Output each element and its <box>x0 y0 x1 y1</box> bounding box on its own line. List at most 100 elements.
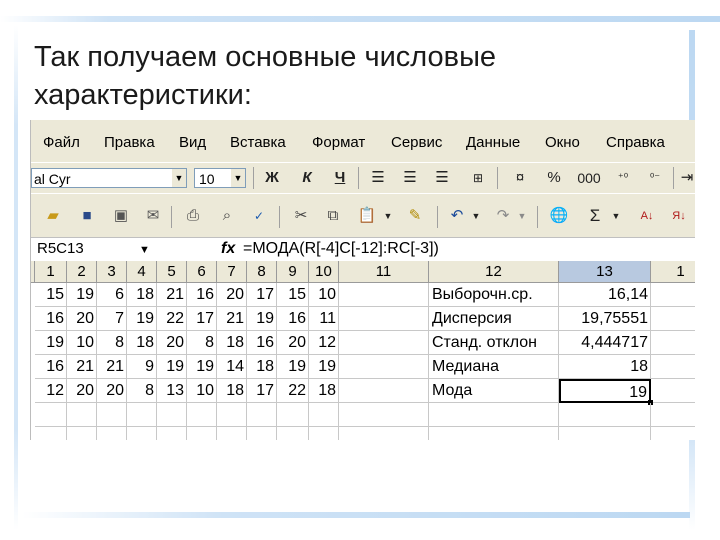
table-cell[interactable] <box>651 379 695 403</box>
table-cell[interactable] <box>339 379 429 403</box>
menu-help[interactable]: Справка <box>606 134 665 151</box>
table-cell[interactable]: 16 <box>277 307 309 331</box>
table-cell[interactable] <box>339 355 429 379</box>
name-box[interactable]: R5C13 <box>34 239 132 259</box>
table-cell[interactable]: 10 <box>187 379 217 403</box>
table-cell[interactable]: 22 <box>157 307 187 331</box>
table-cell[interactable]: 20 <box>67 379 97 403</box>
chevron-down-icon[interactable]: ▼ <box>231 169 245 187</box>
statistic-value-cell[interactable]: 4,444717 <box>559 331 651 355</box>
table-cell[interactable]: 19 <box>127 307 157 331</box>
autosum-icon[interactable]: Σ <box>583 205 607 227</box>
thousands-button[interactable]: 000 <box>575 167 603 189</box>
table-cell[interactable]: 16 <box>247 331 277 355</box>
chevron-down-icon[interactable]: ▼ <box>172 169 186 187</box>
table-cell[interactable] <box>309 403 339 427</box>
table-cell[interactable] <box>651 403 695 427</box>
column-header[interactable]: 13 <box>559 261 651 283</box>
table-cell[interactable] <box>67 427 97 440</box>
spelling-icon[interactable]: ✓ <box>247 205 271 227</box>
table-cell[interactable]: 12 <box>35 379 67 403</box>
column-header[interactable]: 9 <box>277 261 309 283</box>
table-cell[interactable]: 19 <box>247 307 277 331</box>
table-cell[interactable]: 18 <box>217 331 247 355</box>
column-header[interactable]: 1 <box>35 261 67 283</box>
table-cell[interactable] <box>429 427 559 440</box>
cut-icon[interactable]: ✂ <box>289 205 313 227</box>
table-cell[interactable]: 19 <box>187 355 217 379</box>
chevron-down-icon[interactable]: ▼ <box>139 240 150 260</box>
underline-button[interactable]: Ч <box>329 167 351 189</box>
table-cell[interactable] <box>339 331 429 355</box>
table-cell[interactable] <box>67 403 97 427</box>
table-cell[interactable] <box>651 331 695 355</box>
chevron-down-icon[interactable]: ▼ <box>471 205 481 227</box>
menu-data[interactable]: Данные <box>466 134 520 151</box>
sort-descending-icon[interactable]: Я↓ <box>667 205 691 227</box>
table-cell[interactable]: 19 <box>35 331 67 355</box>
table-cell[interactable]: 6 <box>97 283 127 307</box>
align-right-icon[interactable]: ☰ <box>431 167 453 189</box>
table-cell[interactable] <box>35 427 67 440</box>
table-cell[interactable]: 18 <box>127 331 157 355</box>
table-cell[interactable] <box>157 403 187 427</box>
table-cell[interactable]: 18 <box>127 283 157 307</box>
menu-file[interactable]: Файл <box>43 134 80 151</box>
column-header[interactable]: 8 <box>247 261 277 283</box>
active-cell[interactable]: 19 <box>559 379 651 403</box>
table-cell[interactable] <box>339 403 429 427</box>
print-icon[interactable]: ⎙ <box>181 205 205 227</box>
chevron-down-icon[interactable]: ▼ <box>517 205 527 227</box>
column-header[interactable]: 7 <box>217 261 247 283</box>
chevron-down-icon[interactable]: ▼ <box>611 205 621 227</box>
table-cell[interactable]: 16 <box>35 355 67 379</box>
menu-edit[interactable]: Правка <box>104 134 155 151</box>
statistic-value-cell[interactable]: 18 <box>559 355 651 379</box>
save-icon[interactable]: ■ <box>75 205 99 227</box>
column-header[interactable]: 10 <box>309 261 339 283</box>
increase-decimal-icon[interactable]: ⁺⁰ <box>611 167 635 189</box>
table-cell[interactable] <box>127 427 157 440</box>
table-cell[interactable]: 14 <box>217 355 247 379</box>
italic-button[interactable]: К <box>296 167 318 189</box>
table-cell[interactable]: 7 <box>97 307 127 331</box>
undo-icon[interactable]: ↶ <box>445 205 469 227</box>
column-header[interactable]: 5 <box>157 261 187 283</box>
table-cell[interactable] <box>651 307 695 331</box>
table-cell[interactable] <box>651 427 695 440</box>
table-cell[interactable]: 21 <box>97 355 127 379</box>
chevron-down-icon[interactable]: ▼ <box>383 205 393 227</box>
table-cell[interactable] <box>277 403 309 427</box>
currency-icon[interactable]: ¤ <box>507 167 533 189</box>
menu-tools[interactable]: Сервис <box>391 134 442 151</box>
table-cell[interactable]: 17 <box>187 307 217 331</box>
table-cell[interactable] <box>35 403 67 427</box>
statistic-label-cell[interactable]: Выборочн.ср. <box>429 283 559 307</box>
table-cell[interactable] <box>187 427 217 440</box>
sort-ascending-icon[interactable]: А↓ <box>635 205 659 227</box>
font-size-select[interactable]: 10 ▼ <box>194 168 246 188</box>
print-preview-icon[interactable]: ⌕ <box>215 205 239 227</box>
column-header[interactable]: 12 <box>429 261 559 283</box>
table-cell[interactable]: 18 <box>309 379 339 403</box>
table-cell[interactable]: 20 <box>97 379 127 403</box>
indent-icon[interactable]: ⇥ <box>679 167 695 189</box>
table-cell[interactable]: 22 <box>277 379 309 403</box>
table-cell[interactable]: 16 <box>35 307 67 331</box>
table-cell[interactable]: 15 <box>35 283 67 307</box>
format-painter-icon[interactable]: ✎ <box>403 205 427 227</box>
table-cell[interactable]: 17 <box>247 379 277 403</box>
statistic-value-cell[interactable]: 16,14 <box>559 283 651 307</box>
table-cell[interactable] <box>339 427 429 440</box>
hyperlink-icon[interactable]: 🌐 <box>547 205 571 227</box>
table-cell[interactable]: 13 <box>157 379 187 403</box>
table-cell[interactable]: 10 <box>309 283 339 307</box>
table-cell[interactable] <box>247 403 277 427</box>
align-left-icon[interactable]: ☰ <box>367 167 389 189</box>
menu-format[interactable]: Формат <box>312 134 365 151</box>
table-cell[interactable]: 21 <box>157 283 187 307</box>
redo-icon[interactable]: ↷ <box>491 205 515 227</box>
table-cell[interactable]: 19 <box>67 283 97 307</box>
table-cell[interactable] <box>559 403 651 427</box>
statistic-label-cell[interactable]: Мода <box>429 379 559 403</box>
